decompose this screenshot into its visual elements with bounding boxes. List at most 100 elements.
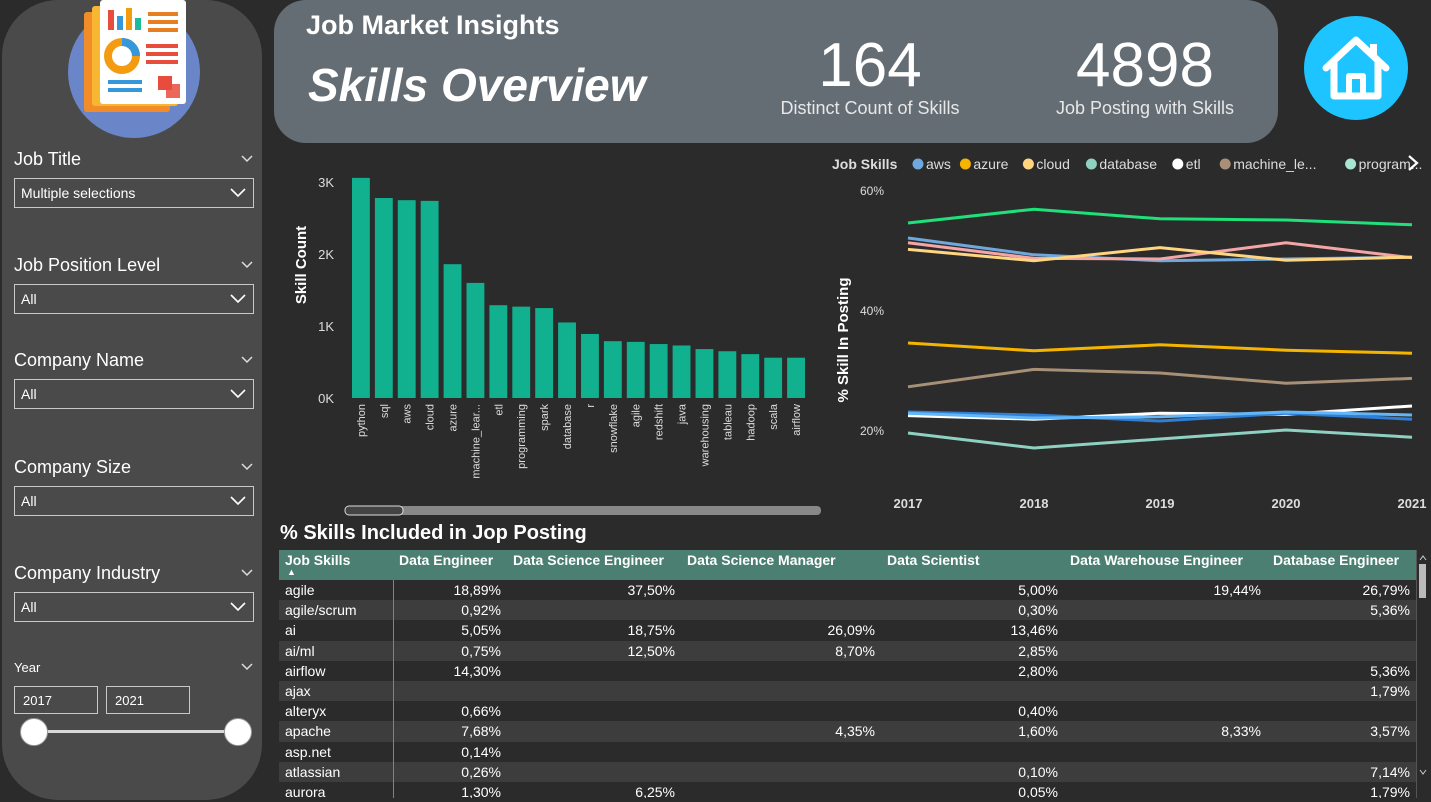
legend-title: Job Skills: [832, 156, 898, 172]
chevron-down-icon[interactable]: [240, 566, 254, 580]
chevron-down-icon[interactable]: [240, 258, 254, 272]
slicer-label: Job Title: [14, 148, 82, 169]
table-vertical-scrollbar[interactable]: [1416, 550, 1428, 798]
percent-cell: 1,79%: [1267, 781, 1416, 798]
x-tick-label: warehousing: [699, 404, 711, 467]
table-row[interactable]: atlassian 0,26% 0,10% 7,14%: [279, 761, 1416, 782]
column-header[interactable]: Database Engineer: [1267, 550, 1416, 580]
bar-sql[interactable]: [374, 198, 393, 398]
column-header[interactable]: Data Warehouse Engineer: [1064, 550, 1267, 580]
legend-item-etl[interactable]: etl: [1186, 156, 1201, 172]
legend-item-aws[interactable]: aws: [926, 156, 951, 172]
bar-programming[interactable]: [512, 306, 531, 398]
skill-count-bar-chart: 0K 1K 2K 3K python sql aws cloud azure machine_l…: [293, 175, 821, 516]
bar-java[interactable]: [672, 345, 691, 398]
table-row[interactable]: alteryx 0,66% 0,40%: [279, 701, 1416, 722]
bar-hadoop[interactable]: [741, 354, 760, 398]
slicer-year: Year 2017 2021: [14, 656, 254, 714]
percent-cell: 4,35%: [681, 721, 881, 742]
x-tick-label: database: [562, 404, 574, 449]
series-line[interactable]: [907, 207, 1413, 227]
home-button[interactable]: [1304, 16, 1408, 120]
x-tick-label: 2018: [1020, 496, 1049, 511]
percent-cell: 0,14%: [393, 741, 507, 762]
table-row[interactable]: asp.net 0,14%: [279, 741, 1416, 762]
column-header[interactable]: Data Engineer: [393, 550, 507, 580]
company-industry-dropdown[interactable]: All: [14, 592, 254, 622]
percent-cell: 13,46%: [881, 620, 1064, 641]
bar-machine_lear...[interactable]: [466, 282, 485, 398]
bar-redshift[interactable]: [649, 344, 668, 398]
bar-etl[interactable]: [489, 305, 508, 398]
scroll-up-icon[interactable]: [1417, 552, 1429, 564]
legend-item-database[interactable]: database: [1099, 156, 1157, 172]
bar-tableau[interactable]: [718, 351, 737, 398]
year-slider-track[interactable]: [34, 730, 240, 733]
percent-cell: [1064, 741, 1267, 762]
percent-cell: 0,40%: [881, 701, 1064, 722]
x-tick-label: aws: [402, 404, 414, 424]
job-title-dropdown[interactable]: Multiple selections: [14, 178, 254, 208]
percent-cell: 8,33%: [1064, 721, 1267, 742]
bar-warehousing[interactable]: [695, 349, 714, 398]
scrollbar-thumb[interactable]: [344, 505, 404, 516]
table-row[interactable]: agile/scrum 0,92% 0,30% 5,36%: [279, 600, 1416, 621]
year-slider-start-handle[interactable]: [20, 718, 48, 746]
percent-cell: [1064, 660, 1267, 681]
bar-cloud[interactable]: [420, 200, 439, 398]
table-row[interactable]: airflow 14,30% 2,80% 5,36%: [279, 660, 1416, 681]
column-header[interactable]: Data Science Engineer: [507, 550, 681, 580]
percent-cell: 0,30%: [881, 600, 1064, 621]
chevron-down-icon[interactable]: [240, 353, 254, 367]
bar-spark[interactable]: [535, 308, 554, 398]
chevron-down-icon[interactable]: [240, 660, 254, 674]
column-header[interactable]: Job Skills ▲: [279, 550, 393, 580]
bar-r[interactable]: [581, 333, 599, 398]
series-line[interactable]: [907, 428, 1413, 450]
table-row[interactable]: aurora 1,30% 6,25% 0,05% 1,79%: [279, 781, 1416, 798]
percent-cell: 26,09%: [681, 620, 881, 641]
series-line[interactable]: [907, 367, 1413, 389]
y-tick-label: 60%: [860, 184, 884, 198]
bar-agile[interactable]: [626, 341, 645, 398]
legend-item-cloud[interactable]: cloud: [1036, 156, 1069, 172]
bar-airflow[interactable]: [787, 357, 805, 398]
bar-aws[interactable]: [397, 200, 416, 398]
chevron-down-icon[interactable]: [240, 460, 254, 474]
series-line[interactable]: [907, 341, 1413, 355]
year-from-input[interactable]: 2017: [14, 686, 98, 714]
year-to-input[interactable]: 2021: [106, 686, 190, 714]
bar-snowflake[interactable]: [603, 341, 622, 398]
bar-scala[interactable]: [764, 357, 783, 398]
scroll-down-icon[interactable]: [1417, 766, 1429, 778]
percent-cell: [507, 741, 681, 762]
column-header[interactable]: Data Scientist: [881, 550, 1064, 580]
slicer-company-size: Company Size All: [14, 456, 254, 516]
chevron-down-icon[interactable]: [240, 152, 254, 166]
table-row[interactable]: ai 5,05% 18,75% 26,09% 13,46%: [279, 620, 1416, 641]
percent-cell: [1267, 701, 1416, 722]
percent-cell: 5,05%: [393, 620, 507, 641]
filter-sidebar: Job Title Multiple selections Job Positi…: [2, 0, 262, 800]
table-row[interactable]: ajax 1,79%: [279, 680, 1416, 702]
bar-azure[interactable]: [443, 264, 462, 398]
table-row[interactable]: agile 18,89% 37,50% 5,00% 19,44% 26,79%: [279, 580, 1416, 601]
year-slider-end-handle[interactable]: [224, 718, 252, 746]
scrollbar-thumb[interactable]: [1419, 564, 1426, 598]
chevron-down-icon: [230, 188, 246, 198]
bar-database[interactable]: [558, 322, 576, 398]
percent-cell: 0,92%: [393, 600, 507, 621]
column-header[interactable]: Data Science Manager: [681, 550, 881, 580]
legend-item-azure[interactable]: azure: [973, 156, 1008, 172]
bar-python[interactable]: [352, 177, 370, 398]
percent-cell: 14,30%: [393, 660, 507, 681]
legend-item-machine_le...[interactable]: machine_le...: [1233, 156, 1316, 172]
table-row[interactable]: apache 7,68% 4,35% 1,60% 8,33% 3,57%: [279, 721, 1416, 742]
job-position-level-dropdown[interactable]: All: [14, 284, 254, 314]
company-name-dropdown[interactable]: All: [14, 379, 254, 409]
dropdown-value: All: [21, 599, 37, 615]
dropdown-value: All: [21, 386, 37, 402]
horizontal-scrollbar[interactable]: [345, 506, 821, 515]
table-row[interactable]: ai/ml 0,75% 12,50% 8,70% 2,85%: [279, 640, 1416, 661]
company-size-dropdown[interactable]: All: [14, 486, 254, 516]
